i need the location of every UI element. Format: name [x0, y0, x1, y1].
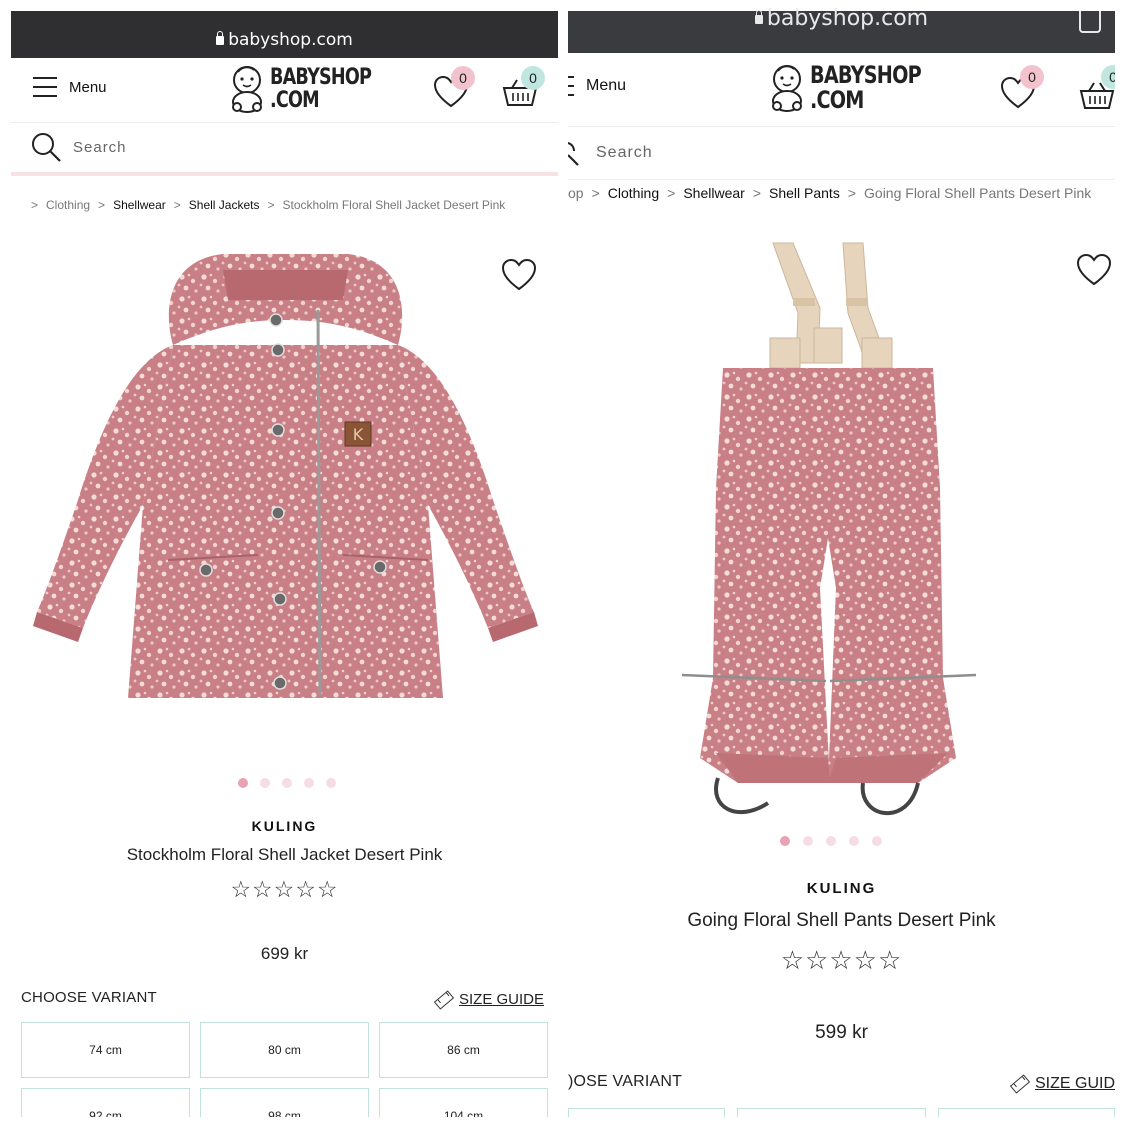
search-icon [568, 142, 579, 166]
breadcrumb: op > Clothing > Shellwear > Shell Pants … [568, 185, 1115, 201]
babyshop-logo[interactable]: BABYSHOP .COM [768, 63, 949, 113]
image-carousel-dots [780, 836, 882, 846]
svg-text:K: K [353, 425, 364, 444]
breadcrumb-separator: > [98, 198, 106, 212]
url-text: babyshop.com [228, 30, 353, 50]
carousel-dot[interactable] [326, 778, 336, 788]
carousel-dot[interactable] [803, 836, 813, 846]
product-price: 599 kr [815, 1022, 868, 1043]
ruler-icon [433, 989, 455, 1010]
favorite-heart-icon[interactable] [1076, 253, 1112, 287]
menu-label: Menu [586, 77, 627, 94]
tabs-icon[interactable] [1079, 11, 1101, 33]
babyshop-logo[interactable]: BABYSHOP .COM [228, 64, 396, 114]
search-input[interactable]: Search [73, 139, 127, 156]
carousel-dot[interactable] [780, 836, 790, 846]
wishlist-count-badge: 0 [1020, 65, 1044, 89]
breadcrumb-separator: > [173, 198, 181, 212]
site-header: Menu BABYSHOP .COM 0 0 [11, 58, 558, 122]
variant-option[interactable] [737, 1108, 926, 1117]
choose-variant-label: CHOOSE VARIANT [21, 989, 157, 1006]
breadcrumb: > Clothing > Shellwear > Shell Jackets >… [31, 198, 558, 212]
menu-button[interactable]: Menu [568, 76, 626, 96]
menu-label: Menu [69, 78, 107, 96]
product-page-pants: babyshop.com Menu BABYSHOP .COM 0 0 Searc… [568, 0, 1115, 1117]
menu-button[interactable]: Menu [33, 77, 107, 97]
search-bar[interactable]: Search [568, 126, 1115, 180]
site-header: Menu BABYSHOP .COM 0 0 [568, 57, 1115, 121]
product-page-jacket: babyshop.com Menu BABYSHOP .COM 0 0 Searc… [11, 0, 558, 1117]
wishlist-button[interactable]: 0 [431, 66, 475, 108]
product-brand[interactable]: KULING [11, 818, 558, 834]
search-bar[interactable]: Search [11, 122, 558, 176]
breadcrumb-current: Stockholm Floral Shell Jacket Desert Pin… [282, 198, 506, 212]
size-guide-link[interactable]: SIZE GUIDE [433, 989, 544, 1010]
carousel-dot[interactable] [260, 778, 270, 788]
lock-icon [754, 9, 763, 24]
logo-line-1: BABYSHOP [810, 61, 922, 89]
size-guide-link[interactable]: SIZE GUID [1009, 1074, 1115, 1094]
image-carousel-dots [238, 778, 336, 788]
search-input[interactable]: Search [596, 144, 653, 162]
variant-option[interactable]: 74 cm [21, 1022, 190, 1078]
carousel-dot[interactable] [304, 778, 314, 788]
hamburger-icon [33, 77, 57, 97]
url-text: babyshop.com [766, 6, 929, 31]
size-guide-label: SIZE GUID [1034, 1075, 1115, 1092]
rating-stars[interactable]: ☆☆☆☆☆ [11, 876, 558, 903]
product-price: 699 kr [260, 944, 309, 963]
ruler-icon [1009, 1074, 1031, 1094]
variant-option[interactable] [938, 1108, 1115, 1117]
logo-line-2: .COM [810, 86, 864, 114]
carousel-dot[interactable] [826, 836, 836, 846]
breadcrumb-clothing[interactable]: Clothing [46, 198, 90, 212]
breadcrumb-separator: > [752, 185, 761, 201]
rating-stars[interactable]: ☆☆☆☆☆ [568, 945, 1115, 976]
variant-option[interactable]: 104 cm [379, 1088, 548, 1117]
breadcrumb-current: Going Floral Shell Pants Desert Pink [864, 185, 1092, 201]
product-title: Stockholm Floral Shell Jacket Desert Pin… [126, 845, 443, 864]
size-guide-label: SIZE GUIDE [458, 991, 544, 1008]
browser-url-bar[interactable]: babyshop.com [568, 6, 1115, 53]
breadcrumb-separator: > [667, 185, 676, 201]
carousel-dot[interactable] [282, 778, 292, 788]
variant-option[interactable]: 80 cm [200, 1022, 369, 1078]
search-icon [32, 132, 61, 162]
variant-option[interactable]: 98 cm [200, 1088, 369, 1117]
wishlist-count-badge: 0 [451, 66, 475, 90]
browser-url-bar[interactable]: babyshop.com [11, 11, 558, 58]
cart-button[interactable]: 0 [1078, 65, 1115, 107]
logo-line-2: .COM [270, 88, 320, 113]
breadcrumb-shop[interactable]: op [568, 185, 584, 201]
variant-option[interactable]: 86 cm [379, 1022, 548, 1078]
carousel-dot[interactable] [872, 836, 882, 846]
breadcrumb-separator: > [591, 185, 600, 201]
breadcrumb-clothing[interactable]: Clothing [608, 185, 659, 201]
cart-button[interactable]: 0 [501, 66, 545, 108]
carousel-dot[interactable] [238, 778, 248, 788]
breadcrumb-shell-pants[interactable]: Shell Pants [769, 185, 840, 201]
logo-line-1: BABYSHOP [270, 65, 372, 90]
variant-option[interactable]: 92 cm [21, 1088, 190, 1117]
product-title: Going Floral Shell Pants Desert Pink [687, 910, 996, 931]
breadcrumb-shell-jackets[interactable]: Shell Jackets [189, 198, 260, 212]
jacket-product-image[interactable]: K [23, 250, 548, 700]
variant-option[interactable] [568, 1108, 725, 1117]
pants-product-image[interactable] [678, 238, 983, 828]
carousel-dot[interactable] [849, 836, 859, 846]
cart-count-badge: 0 [521, 66, 545, 90]
wishlist-button[interactable]: 0 [1000, 65, 1044, 107]
hamburger-icon [568, 76, 574, 96]
baby-logo-icon [768, 63, 806, 113]
breadcrumb-separator: > [847, 185, 857, 201]
choose-variant-label: )OSE VARIANT [568, 1073, 683, 1090]
breadcrumb-shellwear[interactable]: Shellwear [113, 198, 166, 212]
product-brand[interactable]: KULING [568, 880, 1115, 897]
lock-icon [216, 30, 225, 45]
baby-logo-icon [228, 64, 266, 114]
breadcrumb-separator: > [267, 198, 275, 212]
breadcrumb-separator: > [31, 198, 39, 212]
breadcrumb-shellwear[interactable]: Shellwear [683, 185, 744, 201]
